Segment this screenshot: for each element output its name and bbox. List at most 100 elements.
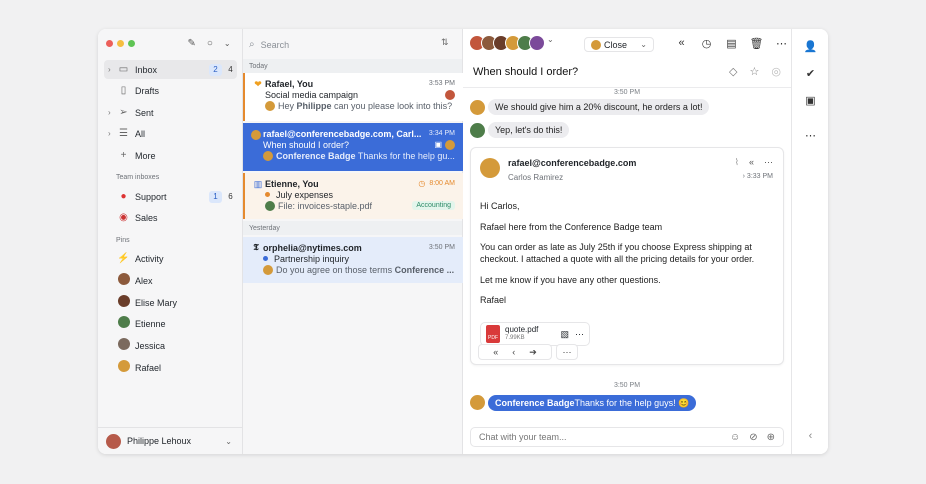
archive-icon[interactable]: ▤: [719, 37, 744, 50]
star-icon[interactable]: ☆: [750, 65, 760, 78]
sidebar-item-label: Activity: [135, 253, 164, 264]
comment-bubble[interactable]: Conference Badge Thanks for the help guy…: [488, 395, 697, 411]
sidebar-item-etienne[interactable]: Etienne: [104, 314, 237, 333]
list-item[interactable]: ❤ Rafael, You 3:53 PM Social media campai…: [243, 73, 463, 121]
sidebar-item-label: Jessica: [135, 340, 166, 351]
tag-icon[interactable]: ◇: [729, 65, 737, 78]
email-sender: rafael@conferencebadge.com: [508, 158, 637, 168]
chevron-down-icon[interactable]: ⌄: [547, 35, 554, 51]
subject: Partnership inquiry: [274, 253, 350, 264]
more-icon[interactable]: ⋯: [764, 157, 773, 168]
close-window-dot[interactable]: [106, 40, 113, 47]
chevron-right-icon[interactable]: ›: [108, 65, 116, 74]
sidebar-item-label: Sales: [135, 212, 158, 223]
search-input[interactable]: Search: [261, 40, 290, 50]
time: 3:50 PM: [428, 244, 455, 251]
sidebar-item-sales[interactable]: ◉ Sales: [104, 208, 237, 227]
more-icon[interactable]: ⋯: [792, 129, 828, 142]
email-recipient: Carlos Ramirez: [508, 173, 564, 182]
list-item[interactable]: 𝕿 orphelia@nytimes.com 3:50 PM Partnershi…: [243, 237, 463, 283]
email-actions: ⌇ « ⋯: [735, 157, 773, 168]
avatar: [265, 100, 275, 111]
email-body-line: Hi Carlos,: [480, 201, 520, 211]
checkmark-icon[interactable]: ✔: [792, 67, 828, 80]
send-icon: ➢: [119, 107, 128, 118]
sidebar-item-rafael[interactable]: Rafael: [104, 358, 237, 377]
sidebar-item-label: Elise Mary: [135, 297, 178, 308]
attachment-name: quote.pdf: [505, 325, 539, 334]
reply-all-icon[interactable]: «: [669, 37, 694, 50]
sidebar-item-drafts[interactable]: ▯ Drafts: [104, 81, 237, 100]
tag-accounting[interactable]: Accounting: [412, 201, 455, 210]
emoji-icon[interactable]: ☺: [730, 432, 740, 443]
reply-bar: « ‹ ➔ ⋯: [478, 344, 578, 360]
sidebar-item-support[interactable]: ● Support 1 6: [104, 187, 237, 206]
chevron-right-icon[interactable]: ›: [108, 129, 116, 138]
nyt-logo-icon: 𝕿: [253, 243, 259, 253]
count-badge: 6: [228, 192, 233, 201]
note-icon: ▣: [434, 140, 442, 149]
snooze-clock-icon[interactable]: ◷: [694, 37, 719, 50]
sidebar-item-all[interactable]: › ☰ All: [104, 124, 237, 143]
attachment-info: quote.pdf 7.99KB: [505, 325, 560, 343]
preview-file-icon[interactable]: ▧: [560, 329, 569, 340]
reply-all-icon[interactable]: «: [493, 347, 498, 357]
list-item[interactable]: ▥ Etienne, You ◷ 8:00 AM July expenses Fil…: [243, 173, 463, 219]
message-list: ⌕ Search ⇅ Today ❤ Rafael, You 3:53 PM So…: [243, 29, 463, 454]
more-icon[interactable]: ⋯: [575, 329, 584, 340]
chevron-down-icon[interactable]: ⌄: [224, 39, 231, 48]
avatar: [480, 158, 500, 178]
sidebar-item-alex[interactable]: Alex: [104, 271, 237, 290]
participants[interactable]: ⌄: [469, 35, 554, 51]
sidebar-item-label: Support: [135, 191, 167, 202]
chat-bubble-icon[interactable]: ○: [207, 38, 213, 49]
sidebar-item-more[interactable]: + More: [104, 146, 237, 165]
add-circle-icon[interactable]: ⊕: [767, 432, 775, 443]
close-conversation-button[interactable]: Close ⌄: [584, 37, 654, 52]
attachment[interactable]: PDF quote.pdf 7.99KB ▧ ⋯: [480, 322, 590, 346]
lightning-icon: ⚡: [117, 253, 130, 264]
avatar: [106, 433, 121, 449]
sidebar-item-elise-mary[interactable]: Elise Mary: [104, 293, 237, 312]
check-circle-icon[interactable]: ⊘: [749, 432, 757, 443]
sidebar-item-inbox[interactable]: › ▭ Inbox 2 4: [104, 60, 237, 79]
preview: Do you agree on those terms: [276, 264, 395, 275]
trash-icon[interactable]: 🗑: [744, 37, 769, 50]
list-item-selected[interactable]: rafael@conferencebadge.com, Carl... 3:34 …: [243, 123, 463, 171]
comment-bubble[interactable]: We should give him a 20% discount, he or…: [488, 99, 710, 115]
current-user[interactable]: Philippe Lehoux ⌄: [98, 427, 242, 454]
calendar-icon[interactable]: ▣: [792, 94, 828, 107]
chevron-down-icon[interactable]: ⌄: [225, 437, 232, 446]
more-icon[interactable]: ⋯: [556, 344, 578, 360]
sidebar-item-jessica[interactable]: Jessica: [104, 336, 237, 355]
sales-target-icon: ◉: [119, 212, 128, 223]
search-box[interactable]: ⌕ Search: [249, 35, 437, 54]
avatar: [445, 139, 455, 150]
reminder-clock-icon: ◷: [418, 179, 426, 188]
chevron-down-icon[interactable]: ⌄: [640, 40, 647, 49]
reply-icon[interactable]: ‹: [512, 347, 515, 357]
sidebar-item-activity[interactable]: ⚡ Activity: [104, 249, 237, 268]
chevron-right-icon[interactable]: ›: [108, 108, 116, 117]
maximize-window-dot[interactable]: [128, 40, 135, 47]
support-helmet-icon: ●: [120, 191, 127, 202]
chat-input[interactable]: Chat with your team... ☺ ⊘ ⊕: [470, 427, 784, 447]
filter-sliders-icon[interactable]: ⇅: [441, 37, 449, 48]
comment-text: Thanks for the help guys! 😊: [574, 397, 690, 408]
reply-all-icon[interactable]: «: [749, 157, 754, 168]
comment-bubble[interactable]: Yep, let's do this!: [488, 122, 570, 138]
minimize-window-dot[interactable]: [117, 40, 124, 47]
sidebar-item-sent[interactable]: › ➢ Sent: [104, 103, 237, 122]
unread-dot: [263, 256, 268, 261]
forward-icon[interactable]: ➔: [529, 347, 537, 358]
collapse-chevron-icon[interactable]: ‹: [792, 430, 828, 442]
avatar: [263, 150, 273, 161]
paperclip-icon: ⌇: [734, 157, 739, 167]
eye-icon[interactable]: ◎: [771, 65, 781, 78]
sender: orphelia@nytimes.com: [263, 242, 362, 253]
sidebar-item-label: All: [135, 128, 146, 139]
contact-icon[interactable]: 👤: [792, 40, 828, 53]
unread-badge: 2: [209, 63, 222, 76]
compose-icon[interactable]: ✎: [187, 38, 195, 49]
sidebar-item-label: Rafael: [135, 362, 162, 373]
